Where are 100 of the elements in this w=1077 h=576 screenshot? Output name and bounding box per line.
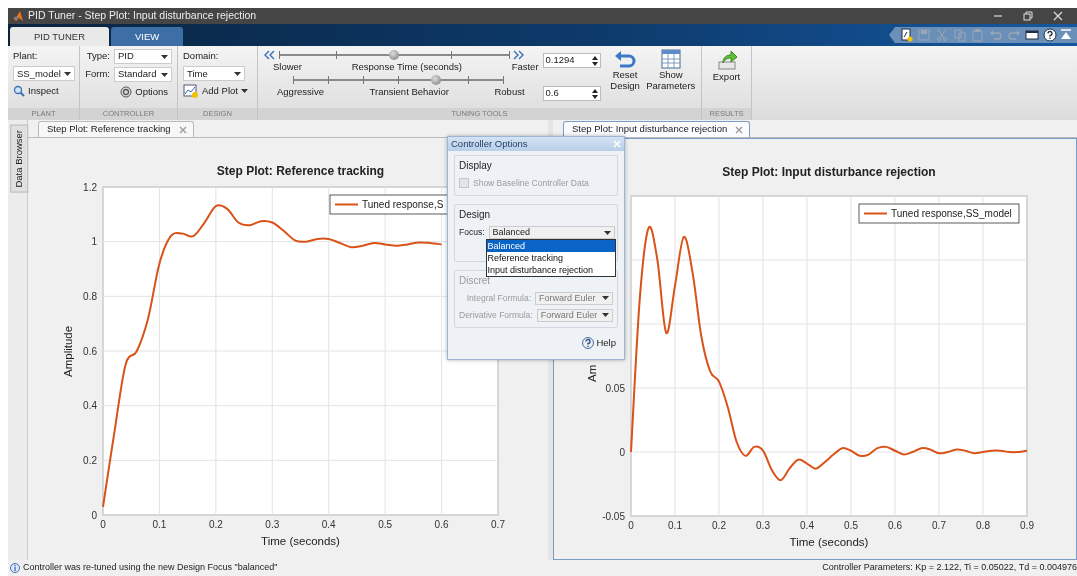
tick-label: 1 [91, 236, 97, 248]
document-tab[interactable]: Step Plot: Reference tracking [38, 121, 194, 137]
info-icon [10, 563, 20, 573]
tick-label: 0 [619, 446, 625, 458]
field-label: Domain: [183, 49, 220, 63]
tick-label: 1.2 [83, 181, 97, 193]
export-button[interactable]: Export [707, 49, 746, 82]
tick-label: 0 [628, 520, 634, 531]
plant-dropdown[interactable]: SS_model [13, 66, 75, 82]
caret-icon [161, 72, 168, 77]
axis-title: Time (seconds) [261, 535, 340, 547]
caret-icon [240, 89, 248, 94]
tick-label: 0.1 [152, 519, 167, 530]
tick-label: 0.4 [321, 519, 336, 530]
tick-label: 0.1 [668, 520, 682, 531]
tick-label: 0.4 [800, 520, 814, 531]
app-logo-icon [12, 10, 24, 22]
type-dropdown[interactable]: PID [114, 49, 172, 64]
spin-arrows-icon[interactable] [591, 55, 598, 66]
slider-track[interactable] [293, 74, 503, 86]
chart-title: Step Plot: Reference tracking [216, 164, 385, 178]
slider-label: Faster [511, 61, 539, 73]
help-icon[interactable] [1043, 28, 1057, 42]
plot-icon [183, 84, 199, 99]
slider-label: Robust [494, 86, 525, 98]
slider-thumb[interactable] [388, 50, 399, 60]
domain-dropdown[interactable]: Time [183, 66, 245, 82]
axis-title: Amplitude [62, 325, 74, 377]
slider-label: Response Time (seconds) [351, 61, 462, 73]
tick-label: 0.5 [378, 519, 393, 530]
legend-label: Tuned response,SS_model [891, 208, 1012, 219]
status-message: Controller was re-tuned using the new Design Focus "balanced" [23, 561, 278, 575]
field-label: Form: [85, 67, 110, 82]
axis-title: Time (seconds) [789, 536, 869, 548]
tick-label: 0.2 [712, 520, 726, 531]
spin-arrows-icon[interactable] [591, 88, 598, 99]
window-title: PID Tuner - Step Plot: Input disturbance rejection [28, 8, 257, 24]
reset-design-button[interactable]: Reset Design [608, 49, 642, 105]
group-label: Display [459, 159, 493, 173]
options-button[interactable]: Options [120, 85, 168, 100]
restore-icon[interactable] [1023, 11, 1033, 21]
slider-label: Transient Behavior [369, 86, 449, 98]
search-icon [13, 85, 25, 98]
side-tab[interactable]: Data Browser [10, 125, 29, 193]
spin-field[interactable]: 0.6 [542, 86, 601, 101]
dropdown-option[interactable]: Balanced [486, 240, 615, 252]
tick-label: 0.6 [434, 519, 449, 530]
caret-icon [602, 313, 609, 318]
show-parameters-button[interactable]: Show Parameters [645, 49, 696, 105]
tick-label: 0.3 [756, 520, 770, 531]
caret-icon [234, 71, 241, 76]
tick-label: 0.4 [83, 400, 97, 412]
tick-label: 0.2 [208, 519, 223, 530]
field-label: Integral Formula: [466, 291, 531, 305]
chart-title: Step Plot: Input disturbance rejection [722, 165, 936, 179]
tick-label: 0.05 [605, 382, 625, 394]
spin-field[interactable]: 0.1294 [542, 53, 601, 68]
slider-track[interactable] [279, 49, 509, 61]
focus-dropdown[interactable]: Balanced [488, 226, 615, 239]
tick-label: 0.6 [888, 520, 902, 531]
ribbon-tab[interactable]: PID TUNER [10, 27, 110, 46]
tick-label: 0 [91, 509, 97, 521]
form-dropdown[interactable]: Standard [114, 67, 172, 82]
gear-icon [120, 86, 133, 99]
legend: Tuned response,SS_model [858, 203, 1020, 224]
axis-title: Am [586, 364, 598, 382]
tick-label: 0.2 [83, 454, 97, 466]
help-button[interactable]: Help [582, 335, 616, 350]
tick-label: 0.8 [976, 520, 990, 531]
caret-icon [64, 71, 71, 76]
dialog-title: Controller Options [451, 136, 528, 151]
tick-label: 0.7 [491, 519, 505, 530]
double-chevron-left-icon[interactable] [263, 50, 275, 60]
add-plot-button[interactable]: Add Plot [183, 84, 252, 99]
double-chevron-right-icon[interactable] [512, 50, 525, 60]
slider-label: Aggressive [277, 86, 324, 98]
slider-label: Slower [273, 61, 303, 73]
tick-label: 0.8 [83, 290, 97, 302]
new-file-icon[interactable] [899, 28, 913, 42]
ribbon-tab[interactable]: VIEW [111, 27, 184, 46]
caret-icon [161, 54, 168, 59]
window-icon[interactable] [1025, 28, 1039, 42]
tick-label: 0.9 [1020, 520, 1034, 531]
field-label: Plant: [13, 49, 39, 63]
field-label: Type: [86, 49, 110, 64]
field-label: Derivative Formula: [459, 308, 533, 322]
caret-icon [602, 296, 609, 301]
group-label: Discret [459, 274, 491, 288]
checkbox-label: Show Baseline Controller Data [473, 177, 589, 190]
tick-label: 0 [100, 519, 106, 530]
help-icon [582, 336, 595, 349]
tick-label: 0.5 [844, 520, 858, 531]
inspect-button[interactable]: Inspect [13, 84, 74, 99]
collapse-icon[interactable] [1061, 29, 1071, 41]
table-icon [659, 49, 682, 69]
slider-thumb[interactable] [430, 75, 441, 85]
status-parameters: Controller Parameters: Kp = 2.122, Ti = 0.05022, Td = 0.004976 [822, 561, 1077, 575]
undo-arrow-icon [614, 49, 637, 69]
document-tab[interactable]: Step Plot: Input disturbance rejection [563, 121, 751, 137]
tick-label: 0.3 [265, 519, 280, 530]
